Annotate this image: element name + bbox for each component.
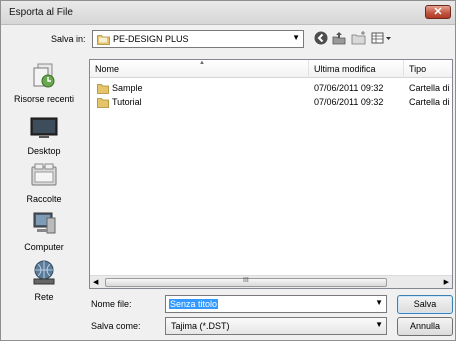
- export-dialog: Esporta al File ✕ Salva in: PE-DESIGN PL…: [0, 0, 456, 341]
- sort-ascending-icon: ▲: [199, 60, 205, 66]
- place-label: Desktop: [27, 146, 61, 156]
- back-icon[interactable]: [313, 30, 329, 46]
- computer-icon: [33, 212, 56, 234]
- chevron-down-icon[interactable]: ▼: [375, 298, 383, 307]
- save-button[interactable]: Salva: [397, 295, 453, 314]
- file-modified: 07/06/2011 09:32: [314, 97, 384, 107]
- current-folder: PE-DESIGN PLUS: [113, 34, 189, 44]
- save-in-label: Salva in:: [51, 34, 86, 44]
- scroll-grip: III: [243, 277, 249, 284]
- folder-icon: [97, 84, 109, 94]
- file-name: Tutorial: [112, 97, 142, 107]
- recent-icon: [33, 63, 55, 88]
- file-type: Cartella di file: [409, 83, 452, 93]
- network-icon: [33, 260, 55, 285]
- save-as-dropdown[interactable]: Tajima (*.DST) ▼: [165, 317, 387, 335]
- title-bar: Esporta al File ✕: [1, 1, 455, 25]
- place-label: Raccolte: [26, 194, 62, 204]
- folder-icon: [97, 98, 109, 108]
- list-item[interactable]: Tutorial 07/06/2011 09:32 Cartella di fi…: [90, 96, 452, 110]
- save-in-dropdown[interactable]: PE-DESIGN PLUS ▼: [92, 30, 304, 48]
- scroll-right-icon[interactable]: ▶: [444, 278, 449, 286]
- folder-icon: [97, 35, 110, 45]
- places-bar: Risorse recenti Desktop Raccolte Compute…: [5, 56, 83, 302]
- scroll-thumb[interactable]: III: [105, 277, 387, 287]
- chevron-down-icon: ▼: [375, 320, 383, 329]
- column-type[interactable]: Tipo: [404, 60, 452, 78]
- view-menu-icon[interactable]: [371, 30, 393, 46]
- place-label: Risorse recenti: [13, 94, 75, 104]
- save-as-value: Tajima (*.DST): [171, 321, 230, 331]
- close-icon: ✕: [433, 6, 443, 18]
- file-name-selected-text: Senza titolo: [169, 299, 219, 309]
- scroll-left-icon[interactable]: ◀: [93, 278, 98, 286]
- list-item[interactable]: Sample 07/06/2011 09:32 Cartella di file: [90, 82, 452, 96]
- place-label: Rete: [34, 292, 54, 302]
- window-title: Esporta al File: [9, 7, 73, 18]
- up-folder-icon[interactable]: [331, 30, 347, 46]
- place-libraries[interactable]: Raccolte: [5, 160, 83, 204]
- place-computer[interactable]: Computer: [5, 208, 83, 252]
- file-type: Cartella di file: [409, 97, 452, 107]
- file-name: Sample: [112, 83, 143, 93]
- libraries-icon: [31, 163, 57, 186]
- horizontal-scrollbar[interactable]: ◀ III ▶: [90, 275, 452, 288]
- place-desktop[interactable]: Desktop: [5, 112, 83, 156]
- file-list[interactable]: Nome ▲ Ultima modifica Tipo Sample 07/06…: [89, 59, 453, 289]
- place-recent[interactable]: Risorse recenti: [5, 60, 83, 104]
- desktop-icon: [30, 117, 58, 138]
- close-button[interactable]: ✕: [425, 5, 451, 19]
- cancel-button[interactable]: Annulla: [397, 317, 453, 336]
- file-name-value: Senza titolo: [169, 299, 219, 309]
- save-as-label: Salva come:: [91, 321, 141, 331]
- place-label: Computer: [24, 242, 64, 252]
- file-modified: 07/06/2011 09:32: [314, 83, 384, 93]
- file-name-label: Nome file:: [91, 299, 132, 309]
- chevron-down-icon: ▼: [292, 33, 300, 42]
- file-name-field[interactable]: Senza titolo ▼: [165, 295, 387, 313]
- new-folder-icon[interactable]: [351, 30, 367, 46]
- column-modified[interactable]: Ultima modifica: [309, 60, 404, 78]
- place-network[interactable]: Rete: [5, 258, 83, 302]
- column-header: Nome ▲ Ultima modifica Tipo: [90, 60, 452, 78]
